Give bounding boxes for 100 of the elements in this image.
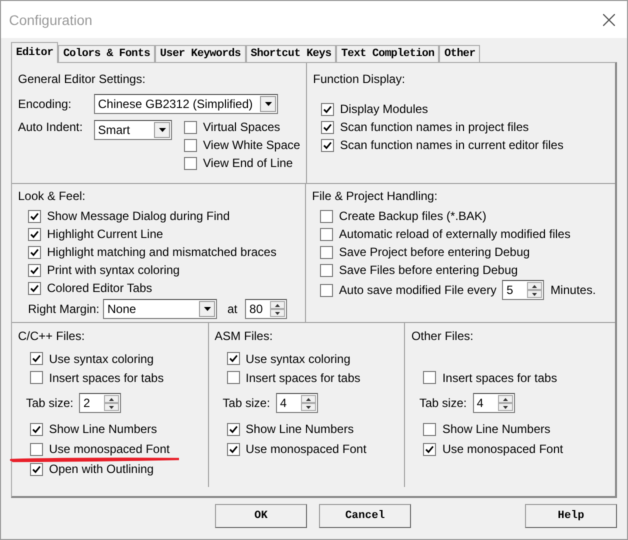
section-heading: Function Display: bbox=[313, 72, 406, 86]
section-heading: ASM Files: bbox=[214, 329, 274, 343]
checkbox[interactable] bbox=[28, 264, 41, 276]
up-arrow-icon bbox=[109, 398, 114, 400]
close-icon[interactable] bbox=[603, 14, 615, 26]
checkbox-label: Insert spaces for tabs bbox=[442, 370, 558, 384]
field-label: Right Margin: bbox=[28, 302, 100, 316]
checkbox-label: Create Backup files (*.BAK) bbox=[339, 209, 486, 223]
section-heading: General Editor Settings: bbox=[18, 72, 146, 86]
checkmark-icon bbox=[228, 424, 238, 434]
down-arrow-icon bbox=[275, 312, 280, 314]
checkbox-label: Scan function names in current editor files bbox=[340, 138, 564, 152]
checkbox-label: Insert spaces for tabs bbox=[49, 370, 164, 384]
section-heading: C/C++ Files: bbox=[18, 329, 86, 343]
down-arrow-icon bbox=[532, 292, 538, 296]
checkbox[interactable] bbox=[320, 246, 334, 258]
checkbox-label: Colored Editor Tabs bbox=[47, 281, 152, 295]
tab[interactable]: Editor bbox=[11, 42, 58, 63]
checkbox[interactable] bbox=[30, 422, 43, 436]
field-label: Auto Indent: bbox=[18, 120, 84, 134]
checkbox[interactable] bbox=[30, 371, 43, 384]
checkbox-label: Print with syntax coloring bbox=[47, 263, 180, 277]
checkbox[interactable] bbox=[321, 120, 334, 134]
checkmark-icon bbox=[32, 354, 41, 363]
checkbox[interactable] bbox=[184, 138, 197, 152]
dropdown[interactable]: Smart bbox=[94, 120, 172, 140]
checkbox[interactable] bbox=[184, 156, 197, 170]
checkbox[interactable] bbox=[226, 352, 240, 365]
tab[interactable]: Colors & Fonts bbox=[58, 45, 156, 63]
checkbox-label: Save Project before entering Debug bbox=[339, 245, 530, 259]
checkbox[interactable] bbox=[320, 210, 334, 222]
checkbox[interactable] bbox=[320, 264, 334, 276]
checkbox[interactable] bbox=[30, 462, 43, 476]
spin-field[interactable]: 80 bbox=[245, 299, 288, 319]
checkbox[interactable] bbox=[28, 246, 41, 258]
checkbox[interactable] bbox=[226, 422, 240, 436]
checkbox[interactable] bbox=[226, 442, 240, 456]
dialog-button[interactable]: Cancel bbox=[319, 504, 411, 528]
window-title: Configuration bbox=[9, 12, 92, 28]
spin-field[interactable]: 5 bbox=[502, 280, 544, 300]
checkmark-icon bbox=[228, 444, 238, 454]
tab[interactable]: User Keywords bbox=[155, 45, 246, 63]
down-arrow-icon bbox=[502, 406, 508, 408]
field-label: at bbox=[227, 302, 238, 316]
checkbox-label: Open with Outlining bbox=[49, 462, 154, 476]
spin-field[interactable]: 4 bbox=[276, 393, 318, 413]
checkmark-icon bbox=[228, 354, 238, 363]
checkmark-icon bbox=[425, 444, 434, 454]
dialog-button[interactable]: OK bbox=[215, 504, 307, 528]
tab[interactable]: Shortcut Keys bbox=[246, 45, 336, 63]
checkbox[interactable] bbox=[320, 228, 334, 240]
section-heading: Look & Feel: bbox=[18, 189, 86, 203]
checkbox-label: Automatic reload of externally modified files bbox=[339, 227, 570, 241]
checkbox[interactable] bbox=[423, 422, 436, 436]
up-arrow-icon bbox=[275, 304, 280, 306]
tab[interactable]: Other bbox=[439, 45, 480, 63]
section-heading: Other Files: bbox=[411, 329, 474, 343]
help-button[interactable]: Help bbox=[525, 504, 617, 528]
checkbox[interactable] bbox=[28, 210, 41, 222]
section-heading: File & Project Handling: bbox=[312, 189, 438, 203]
caret-icon bbox=[158, 128, 166, 132]
checkbox-label: Display Modules bbox=[340, 102, 428, 116]
checkbox-label: Save Files before entering Debug bbox=[339, 263, 518, 277]
checkbox[interactable] bbox=[423, 371, 436, 384]
checkmark-icon bbox=[32, 464, 41, 474]
checkbox-label: Highlight matching and mismatched braces bbox=[47, 245, 276, 259]
checkbox-label: Use syntax coloring bbox=[49, 352, 154, 366]
checkbox[interactable] bbox=[30, 352, 43, 365]
field-label: Tab size: bbox=[419, 396, 467, 410]
up-arrow-icon bbox=[532, 284, 538, 288]
checkbox[interactable] bbox=[226, 371, 240, 384]
field-label: Tab size: bbox=[222, 396, 270, 410]
checkbox-label: View White Space bbox=[203, 138, 300, 152]
checkbox-label: Scan function names in project files bbox=[340, 120, 529, 134]
checkbox-label: Auto save modified File every bbox=[339, 283, 496, 297]
checkbox-label: Show Line Numbers bbox=[246, 422, 354, 436]
checkbox-label: Show Message Dialog during Find bbox=[47, 209, 230, 223]
dropdown[interactable]: Chinese GB2312 (Simplified) bbox=[94, 94, 278, 114]
caret-icon bbox=[264, 102, 272, 106]
checkbox[interactable] bbox=[184, 120, 197, 134]
checkbox[interactable] bbox=[28, 228, 41, 240]
checkbox[interactable] bbox=[321, 102, 334, 116]
checkbox-label: Show Line Numbers bbox=[49, 422, 158, 436]
spin-field[interactable]: 2 bbox=[79, 393, 122, 413]
checkbox[interactable] bbox=[321, 138, 334, 152]
checkbox[interactable] bbox=[423, 442, 436, 456]
tab[interactable]: Text Completion bbox=[336, 45, 440, 63]
checkbox-label: Use monospaced Font bbox=[442, 442, 564, 456]
checkbox[interactable] bbox=[320, 284, 334, 296]
spin-field[interactable]: 4 bbox=[472, 393, 515, 413]
field-label: Tab size: bbox=[26, 396, 74, 410]
checkbox[interactable] bbox=[30, 442, 43, 456]
unit-label: Minutes. bbox=[550, 283, 596, 297]
checkbox-label: Virtual Spaces bbox=[203, 120, 280, 134]
checkbox-label: View End of Line bbox=[203, 156, 293, 170]
checkbox[interactable] bbox=[28, 282, 41, 294]
dropdown[interactable]: None bbox=[103, 299, 218, 319]
up-arrow-icon bbox=[502, 398, 508, 400]
field-label: Encoding: bbox=[18, 97, 72, 111]
checkbox-label: Highlight Current Line bbox=[47, 227, 164, 241]
